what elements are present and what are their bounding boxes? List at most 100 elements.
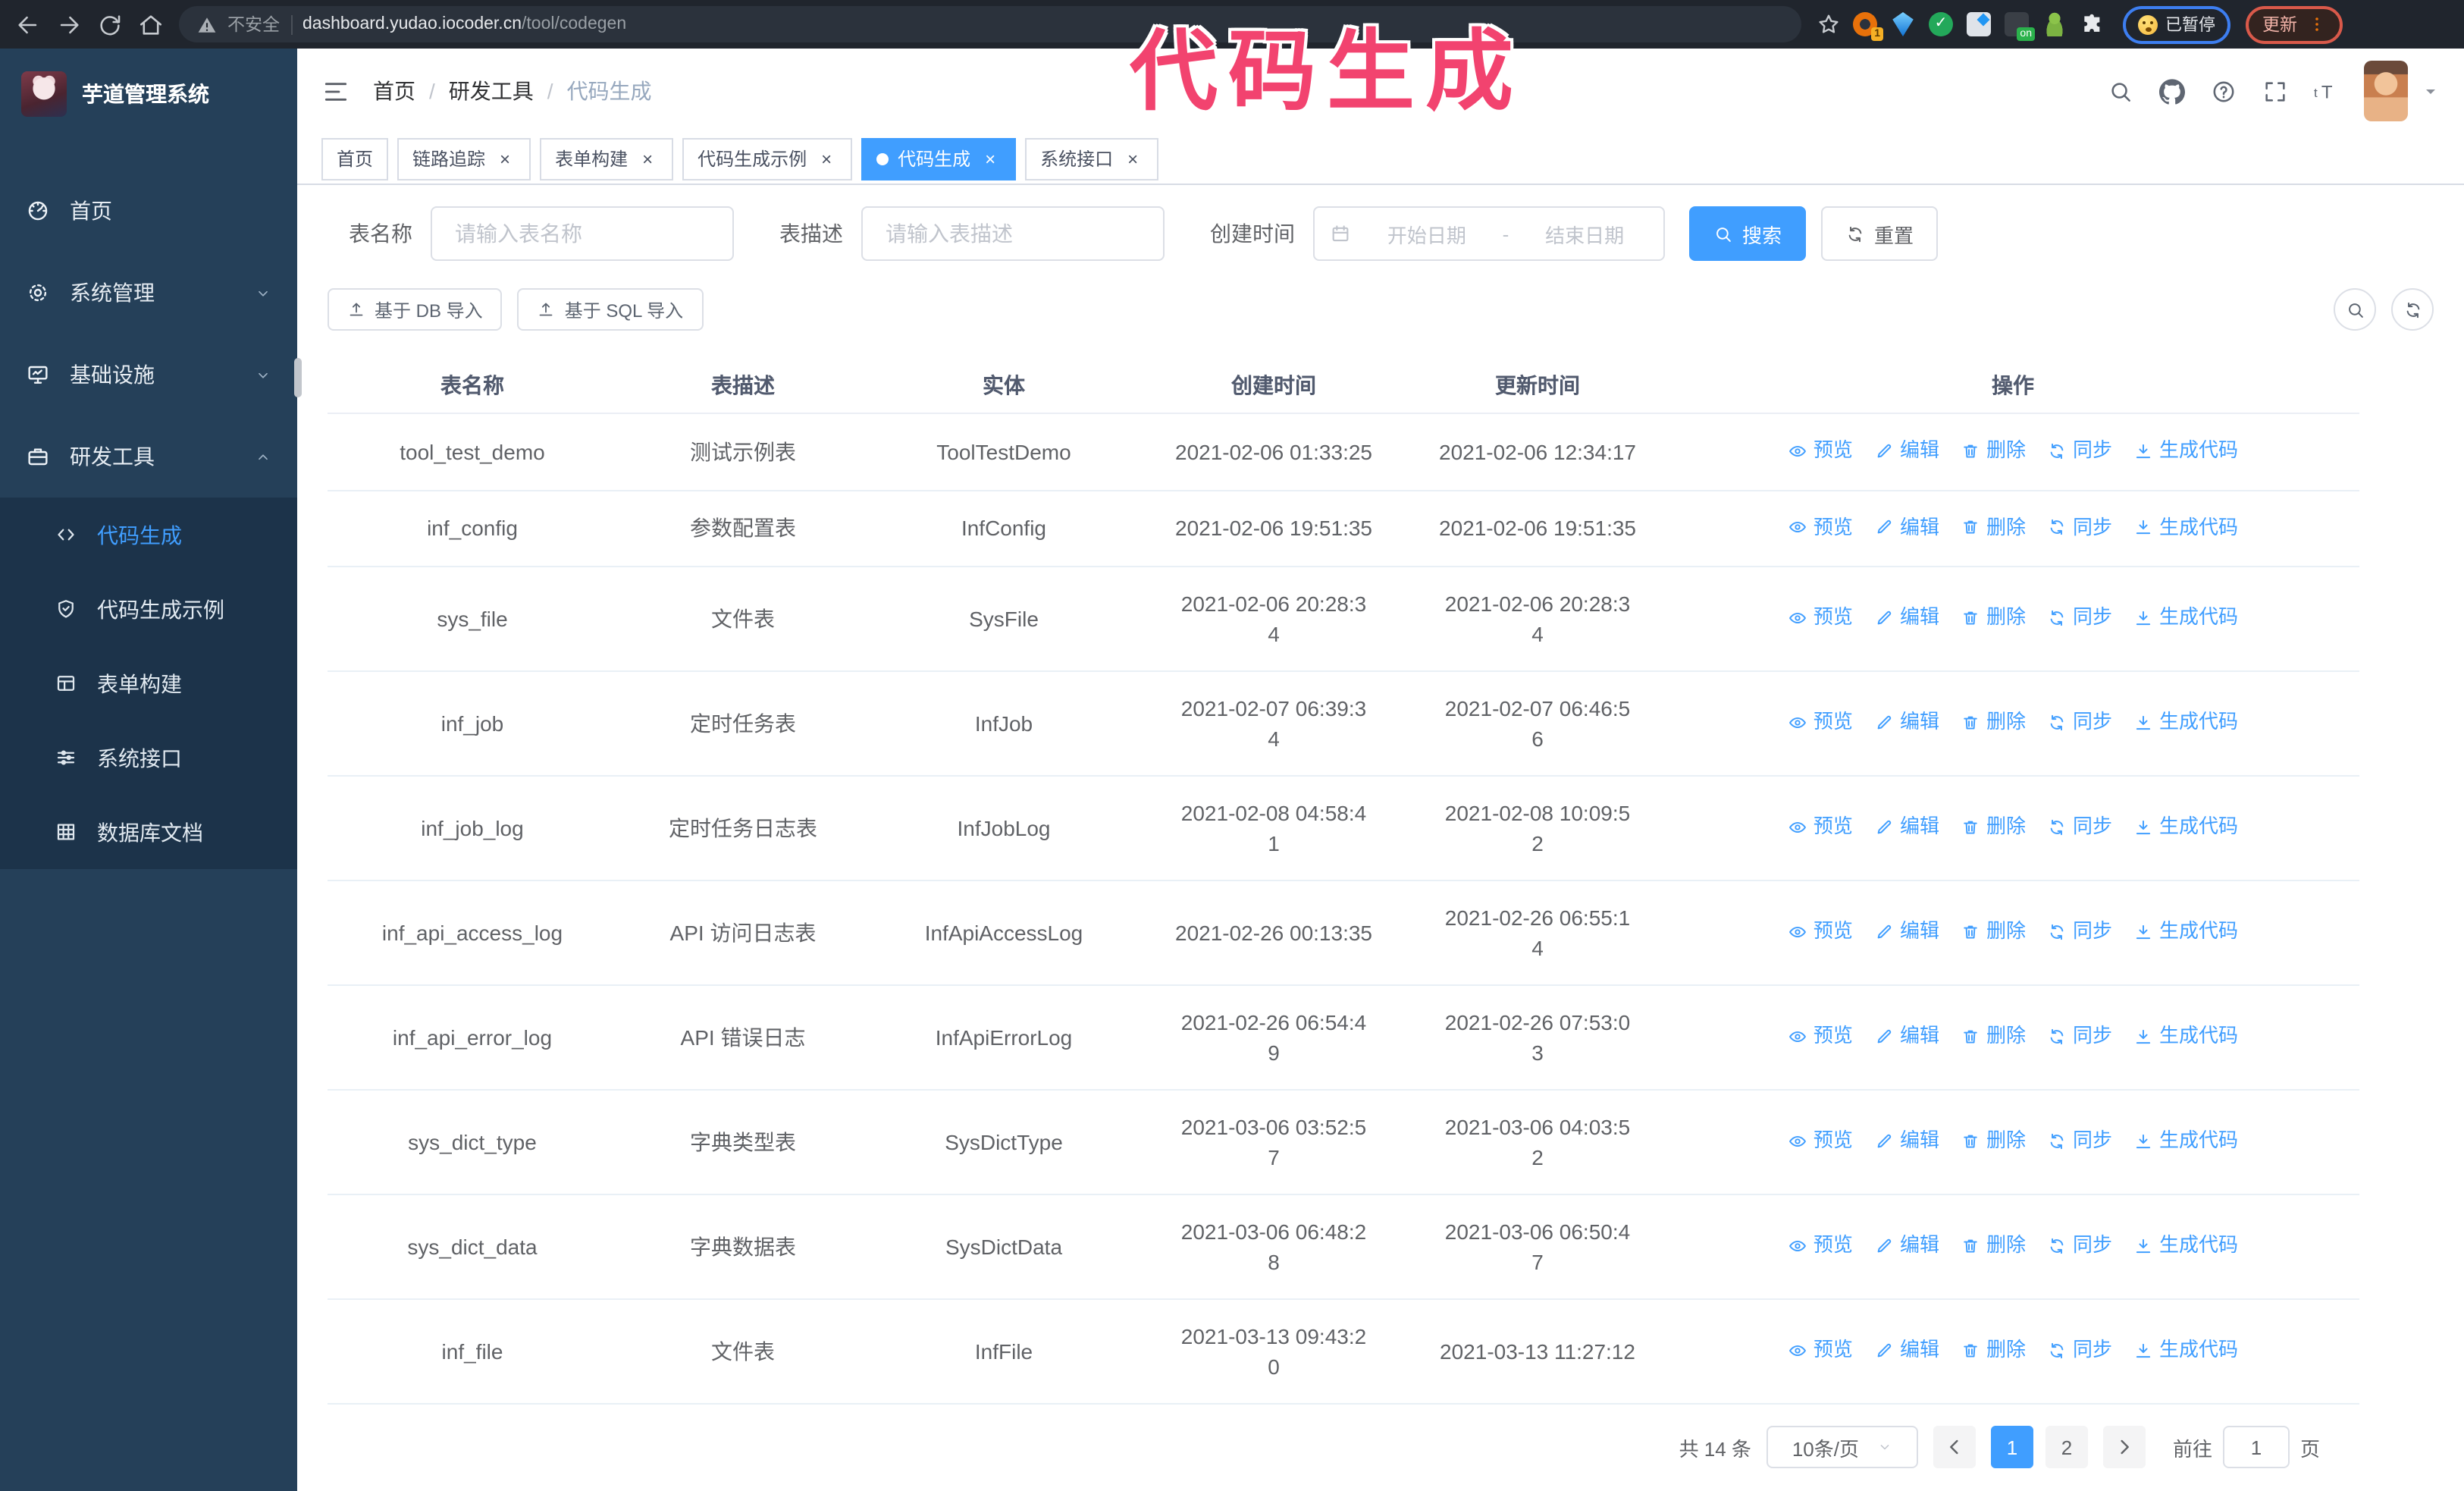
op-生成代码-link[interactable]: 生成代码 <box>2133 1022 2238 1052</box>
op-删除-link[interactable]: 删除 <box>1961 435 2026 466</box>
page-size-select[interactable]: 10条/页 <box>1766 1426 1918 1468</box>
op-预览-link[interactable]: 预览 <box>1788 708 1853 738</box>
tab-表单构建[interactable]: 表单构建 × <box>540 137 674 180</box>
create-time-range-picker[interactable]: 开始日期 - 结束日期 <box>1313 206 1665 261</box>
op-编辑-link[interactable]: 编辑 <box>1874 1336 1939 1366</box>
import-sql-button[interactable]: 基于 SQL 导入 <box>517 288 704 331</box>
page-button-1[interactable]: 1 <box>1990 1426 2033 1468</box>
op-预览-link[interactable]: 预览 <box>1788 1022 1853 1052</box>
op-预览-link[interactable]: 预览 <box>1788 812 1853 843</box>
user-avatar[interactable] <box>2364 61 2408 121</box>
op-编辑-link[interactable]: 编辑 <box>1874 1126 1939 1157</box>
op-同步-link[interactable]: 同步 <box>2047 1336 2112 1366</box>
op-删除-link[interactable]: 删除 <box>1961 917 2026 947</box>
op-预览-link[interactable]: 预览 <box>1788 917 1853 947</box>
op-编辑-link[interactable]: 编辑 <box>1874 917 1939 947</box>
op-同步-link[interactable]: 同步 <box>2047 708 2112 738</box>
page-button-2[interactable]: 2 <box>2045 1426 2088 1468</box>
tab-close-icon[interactable]: × <box>816 148 837 169</box>
menu-fold-icon[interactable] <box>321 77 350 105</box>
kebab-menu-icon[interactable] <box>2308 14 2326 35</box>
github-icon[interactable] <box>2159 78 2185 104</box>
refresh-table-button[interactable] <box>2391 288 2434 331</box>
op-同步-link[interactable]: 同步 <box>2047 917 2112 947</box>
op-生成代码-link[interactable]: 生成代码 <box>2133 917 2238 947</box>
sidebar-subitem-表单构建[interactable]: 表单构建 <box>0 646 297 720</box>
op-编辑-link[interactable]: 编辑 <box>1874 1022 1939 1052</box>
op-删除-link[interactable]: 删除 <box>1961 1336 2026 1366</box>
scrollbar-thumb[interactable] <box>294 358 302 397</box>
green-check-icon[interactable]: ✓ <box>1929 12 1953 36</box>
address-bar[interactable]: 不安全 dashboard.yudao.iocoder.cn/tool/code… <box>179 6 1801 42</box>
toggle-search-button[interactable] <box>2334 288 2376 331</box>
op-编辑-link[interactable]: 编辑 <box>1874 603 1939 633</box>
green-man-icon[interactable] <box>2042 12 2067 36</box>
op-同步-link[interactable]: 同步 <box>2047 812 2112 843</box>
sidebar-item-基础设施[interactable]: 基础设施 <box>0 334 297 416</box>
next-page-button[interactable] <box>2102 1426 2146 1468</box>
op-同步-link[interactable]: 同步 <box>2047 1022 2112 1052</box>
op-编辑-link[interactable]: 编辑 <box>1874 1231 1939 1261</box>
tab-close-icon[interactable]: × <box>1122 148 1143 169</box>
op-同步-link[interactable]: 同步 <box>2047 1231 2112 1261</box>
op-删除-link[interactable]: 删除 <box>1961 1231 2026 1261</box>
tab-代码生成示例[interactable]: 代码生成示例 × <box>682 137 853 180</box>
goto-page-input[interactable] <box>2222 1426 2290 1468</box>
puzzle-ext-icon[interactable] <box>2080 12 2105 36</box>
font-size-icon[interactable]: tT <box>2314 78 2340 104</box>
op-编辑-link[interactable]: 编辑 <box>1874 512 1939 542</box>
reset-button[interactable]: 重置 <box>1821 206 1939 261</box>
breadcrumb-item[interactable]: 研发工具 <box>449 76 534 106</box>
tab-close-icon[interactable]: × <box>637 148 658 169</box>
question-icon[interactable] <box>2211 78 2237 104</box>
op-删除-link[interactable]: 删除 <box>1961 812 2026 843</box>
op-预览-link[interactable]: 预览 <box>1788 435 1853 466</box>
op-生成代码-link[interactable]: 生成代码 <box>2133 1231 2238 1261</box>
breadcrumb-item[interactable]: 首页 <box>373 76 415 106</box>
tab-系统接口[interactable]: 系统接口 × <box>1025 137 1159 180</box>
op-生成代码-link[interactable]: 生成代码 <box>2133 1336 2238 1366</box>
table-desc-input[interactable] <box>861 206 1165 261</box>
import-db-button[interactable]: 基于 DB 导入 <box>328 288 503 331</box>
bookmark-star-icon[interactable] <box>1817 12 1841 36</box>
op-生成代码-link[interactable]: 生成代码 <box>2133 512 2238 542</box>
op-删除-link[interactable]: 删除 <box>1961 512 2026 542</box>
app-logo[interactable]: 芋道管理系统 <box>0 49 297 130</box>
op-编辑-link[interactable]: 编辑 <box>1874 435 1939 466</box>
sidebar-subitem-代码生成示例[interactable]: 代码生成示例 <box>0 572 297 646</box>
op-预览-link[interactable]: 预览 <box>1788 1126 1853 1157</box>
op-删除-link[interactable]: 删除 <box>1961 1126 2026 1157</box>
op-编辑-link[interactable]: 编辑 <box>1874 708 1939 738</box>
op-删除-link[interactable]: 删除 <box>1961 1022 2026 1052</box>
sidebar-subitem-系统接口[interactable]: 系统接口 <box>0 720 297 795</box>
sidebar-item-研发工具[interactable]: 研发工具 <box>0 416 297 498</box>
search-icon[interactable] <box>2108 78 2133 104</box>
sidebar-subitem-代码生成[interactable]: 代码生成 <box>0 498 297 572</box>
op-删除-link[interactable]: 删除 <box>1961 603 2026 633</box>
url-host[interactable]: dashboard.yudao.iocoder.cn <box>303 15 522 33</box>
date-start-placeholder[interactable]: 开始日期 <box>1363 219 1491 248</box>
op-生成代码-link[interactable]: 生成代码 <box>2133 1126 2238 1157</box>
back-button[interactable] <box>15 11 41 37</box>
tab-close-icon[interactable]: × <box>980 148 1001 169</box>
tab-close-icon[interactable]: × <box>494 148 516 169</box>
not-secure-label[interactable]: 不安全 <box>227 12 280 36</box>
paused-extension-badge[interactable]: 已暂停 <box>2123 5 2230 43</box>
grid-ext-icon[interactable] <box>1967 12 1991 36</box>
dark-on-icon[interactable]: on <box>2005 12 2035 41</box>
tab-链路追踪[interactable]: 链路追踪 × <box>397 137 531 180</box>
op-预览-link[interactable]: 预览 <box>1788 603 1853 633</box>
tab-代码生成[interactable]: 代码生成 × <box>861 137 1017 180</box>
chrome-update-button[interactable]: 更新 <box>2246 5 2343 43</box>
op-预览-link[interactable]: 预览 <box>1788 1336 1853 1366</box>
op-预览-link[interactable]: 预览 <box>1788 1231 1853 1261</box>
url-path[interactable]: /tool/codegen <box>522 15 626 33</box>
op-同步-link[interactable]: 同步 <box>2047 435 2112 466</box>
caret-down-icon[interactable] <box>2422 82 2440 100</box>
op-生成代码-link[interactable]: 生成代码 <box>2133 812 2238 843</box>
op-同步-link[interactable]: 同步 <box>2047 512 2112 542</box>
op-同步-link[interactable]: 同步 <box>2047 1126 2112 1157</box>
op-预览-link[interactable]: 预览 <box>1788 512 1853 542</box>
op-生成代码-link[interactable]: 生成代码 <box>2133 435 2238 466</box>
blue-gem-icon[interactable] <box>1892 12 1914 36</box>
